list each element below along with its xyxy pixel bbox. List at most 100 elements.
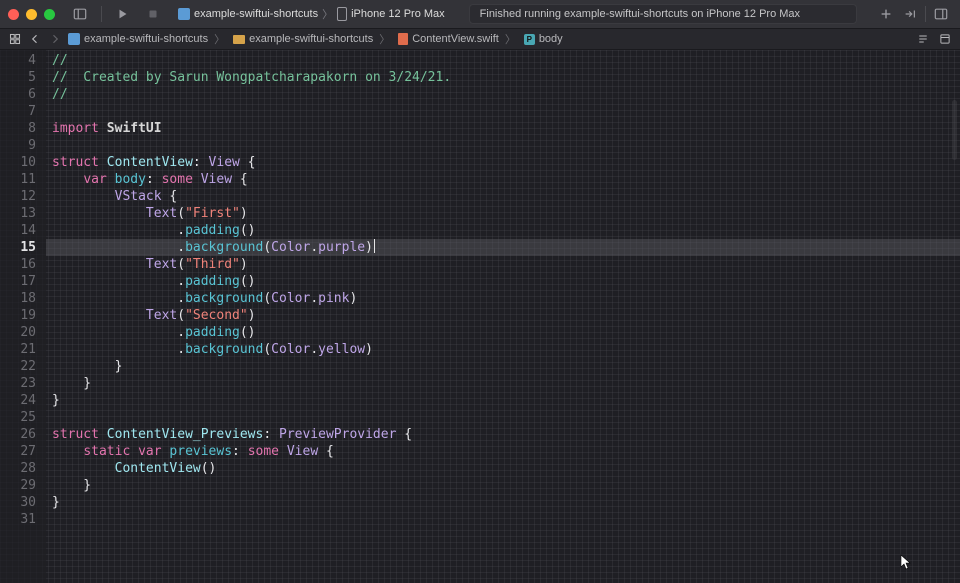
code-line[interactable]: ContentView()	[52, 460, 960, 477]
code-line[interactable]: }	[52, 358, 960, 375]
related-items-icon[interactable]	[6, 33, 24, 45]
line-number: 8	[0, 120, 36, 137]
code-line[interactable]: // Created by Sarun Wongpatcharapakorn o…	[52, 69, 960, 86]
code-line[interactable]: Text("Third")	[52, 256, 960, 273]
line-number: 14	[0, 222, 36, 239]
crumb-label: ContentView.swift	[412, 33, 499, 45]
code-line[interactable]: var body: some View {	[52, 171, 960, 188]
line-number: 28	[0, 460, 36, 477]
scheme-selector[interactable]: example-swiftui-shortcuts 〉 iPhone 12 Pr…	[172, 4, 451, 24]
toolbar-separator	[925, 6, 926, 22]
code-line[interactable]: struct ContentView: View {	[52, 154, 960, 171]
code-line[interactable]: static var previews: some View {	[52, 443, 960, 460]
code-line[interactable]: VStack {	[52, 188, 960, 205]
code-line[interactable]: struct ContentView_Previews: PreviewProv…	[52, 426, 960, 443]
code-area[interactable]: //// Created by Sarun Wongpatcharapakorn…	[46, 50, 960, 583]
line-number: 20	[0, 324, 36, 341]
run-icon[interactable]	[112, 5, 134, 23]
code-line[interactable]	[52, 409, 960, 426]
device-glyph-icon	[337, 7, 347, 21]
line-number: 5	[0, 69, 36, 86]
crumb-file[interactable]: ContentView.swift 〉	[396, 31, 520, 47]
chevron-right-icon: 〉	[377, 31, 392, 47]
code-line[interactable]	[52, 103, 960, 120]
forward-icon[interactable]	[46, 33, 64, 45]
code-line[interactable]: }	[52, 375, 960, 392]
line-number: 31	[0, 511, 36, 528]
line-number: 15	[0, 239, 36, 256]
line-number: 7	[0, 103, 36, 120]
code-line[interactable]: //	[52, 86, 960, 103]
line-number: 9	[0, 137, 36, 154]
line-number: 30	[0, 494, 36, 511]
line-number: 29	[0, 477, 36, 494]
minimize-icon[interactable]	[26, 9, 37, 20]
code-line[interactable]: Text("First")	[52, 205, 960, 222]
app-glyph-icon	[178, 8, 190, 20]
back-icon[interactable]	[26, 33, 44, 45]
line-number: 23	[0, 375, 36, 392]
activity-status[interactable]: Finished running example-swiftui-shortcu…	[469, 4, 857, 24]
toggle-navigator-icon[interactable]	[69, 5, 91, 23]
line-number: 19	[0, 307, 36, 324]
titlebar-right	[875, 5, 952, 23]
adjust-editor-icon[interactable]	[936, 33, 954, 45]
add-icon[interactable]	[875, 5, 897, 23]
code-line[interactable]: }	[52, 392, 960, 409]
folder-glyph-icon	[233, 35, 245, 44]
jump-bar: example-swiftui-shortcuts 〉 example-swif…	[0, 28, 960, 50]
line-number: 11	[0, 171, 36, 188]
vertical-scrollbar[interactable]	[952, 100, 957, 160]
stop-icon[interactable]	[142, 5, 164, 23]
swift-file-icon	[398, 33, 408, 45]
source-editor[interactable]: 4567891011121314151617181920212223242526…	[0, 50, 960, 583]
toolbar-separator	[101, 6, 102, 22]
scheme-separator: 〉	[322, 6, 333, 22]
titlebar: example-swiftui-shortcuts 〉 iPhone 12 Pr…	[0, 0, 960, 28]
crumb-project[interactable]: example-swiftui-shortcuts 〉	[66, 31, 229, 47]
jump-bar-right	[914, 33, 954, 45]
code-line[interactable]: Text("Second")	[52, 307, 960, 324]
window-controls	[8, 9, 55, 20]
line-number: 16	[0, 256, 36, 273]
code-review-icon[interactable]	[899, 5, 921, 23]
code-line[interactable]: .padding()	[52, 324, 960, 341]
line-number: 21	[0, 341, 36, 358]
code-line[interactable]: import SwiftUI	[52, 120, 960, 137]
minimap-icon[interactable]	[914, 33, 932, 45]
code-line[interactable]: //	[52, 52, 960, 69]
line-number: 4	[0, 52, 36, 69]
scheme-device-label: iPhone 12 Pro Max	[351, 8, 445, 20]
line-number: 18	[0, 290, 36, 307]
line-number: 24	[0, 392, 36, 409]
line-number: 12	[0, 188, 36, 205]
code-line[interactable]: }	[52, 494, 960, 511]
line-number: 25	[0, 409, 36, 426]
crumb-label: example-swiftui-shortcuts	[249, 33, 373, 45]
code-line[interactable]	[52, 511, 960, 528]
crumb-label: example-swiftui-shortcuts	[84, 33, 208, 45]
close-icon[interactable]	[8, 9, 19, 20]
code-line[interactable]: .padding()	[52, 222, 960, 239]
line-number-gutter: 4567891011121314151617181920212223242526…	[0, 50, 46, 583]
property-glyph-icon: P	[524, 34, 535, 45]
code-line[interactable]: }	[52, 477, 960, 494]
code-line[interactable]: .background(Color.purple)	[46, 239, 960, 256]
project-glyph-icon	[68, 33, 80, 45]
zoom-icon[interactable]	[44, 9, 55, 20]
code-line[interactable]: .background(Color.yellow)	[52, 341, 960, 358]
chevron-right-icon: 〉	[212, 31, 227, 47]
line-number: 13	[0, 205, 36, 222]
line-number: 22	[0, 358, 36, 375]
toggle-inspector-icon[interactable]	[930, 5, 952, 23]
line-number: 26	[0, 426, 36, 443]
code-line[interactable]: .padding()	[52, 273, 960, 290]
code-line[interactable]	[52, 137, 960, 154]
line-number: 17	[0, 273, 36, 290]
line-number: 27	[0, 443, 36, 460]
code-line[interactable]: .background(Color.pink)	[52, 290, 960, 307]
crumb-symbol[interactable]: P body	[522, 33, 565, 45]
activity-status-text: Finished running example-swiftui-shortcu…	[480, 8, 800, 20]
crumb-folder[interactable]: example-swiftui-shortcuts 〉	[231, 31, 394, 47]
scheme-target-label: example-swiftui-shortcuts	[194, 8, 318, 20]
